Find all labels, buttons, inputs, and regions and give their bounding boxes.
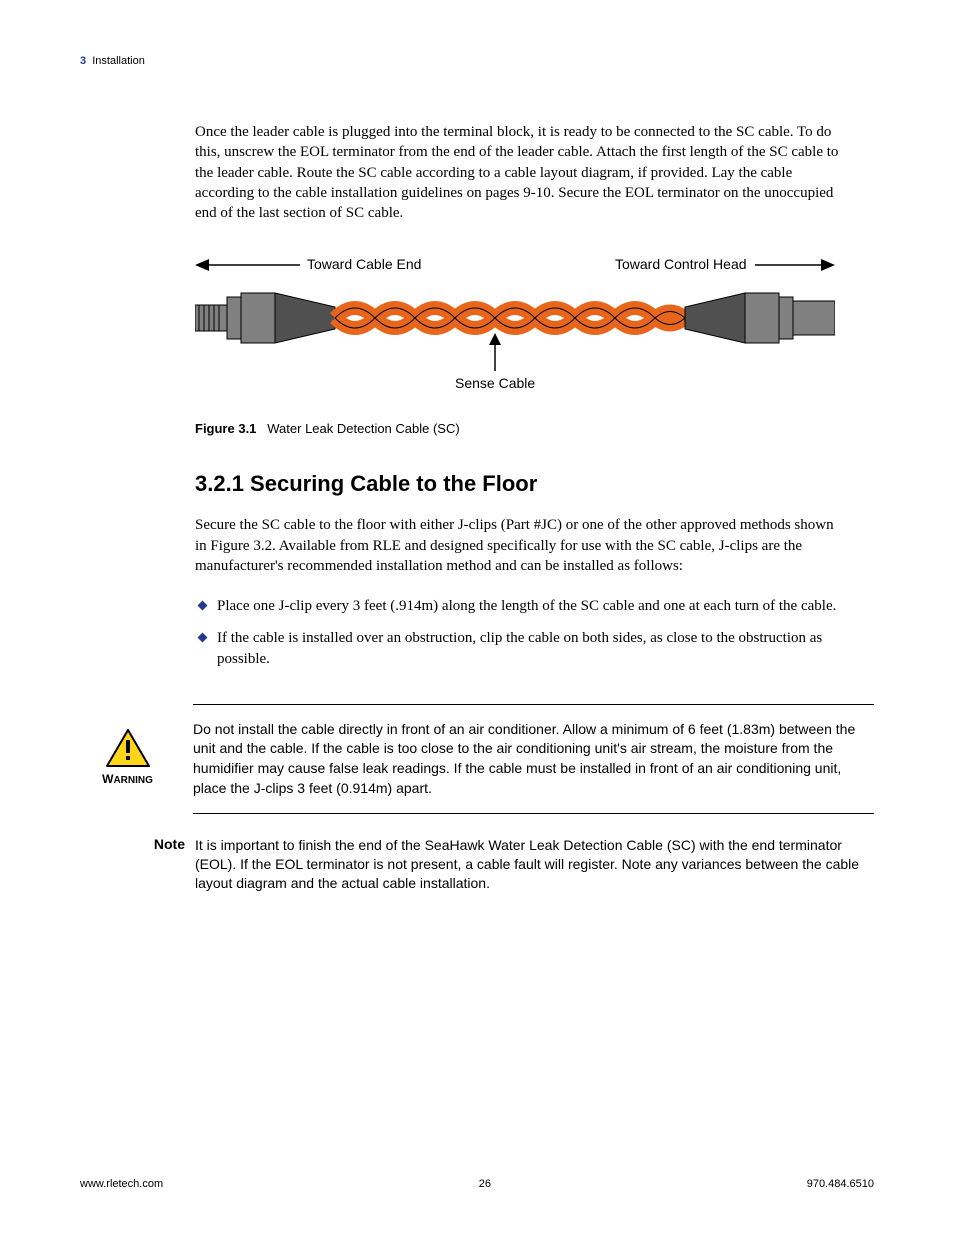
warning-icon [105, 728, 151, 768]
figure-caption-text: Water Leak Detection Cable (SC) [267, 421, 459, 436]
chapter-title: Installation [92, 55, 145, 67]
label-toward-cable-end: Toward Cable End [307, 256, 421, 272]
note-text: It is important to finish the end of the… [195, 836, 874, 893]
page-header: 3 Installation [80, 55, 874, 67]
connector-right [685, 293, 835, 343]
figure-cable-diagram: Toward Cable End Toward Control Head [195, 243, 844, 436]
subsection-heading: 3.2.1 Securing Cable to the Floor [195, 471, 844, 497]
footer-page-number: 26 [479, 1178, 491, 1190]
note-block: Note It is important to finish the end o… [80, 836, 874, 893]
warning-block: WARNING Do not install the cable directl… [80, 704, 874, 814]
label-sense-cable: Sense Cable [455, 375, 535, 391]
figure-caption-bold: Figure 3.1 [195, 421, 256, 436]
connector-left [195, 293, 335, 343]
warning-label: WARNING [80, 772, 175, 786]
chapter-number: 3 [80, 55, 86, 67]
bullet-list: Place one J-clip every 3 feet (.914m) al… [195, 596, 844, 669]
label-toward-control-head: Toward Control Head [615, 256, 747, 272]
cable-svg: Toward Cable End Toward Control Head [195, 243, 835, 403]
intro-paragraph: Once the leader cable is plugged into th… [195, 122, 844, 223]
secure-paragraph: Secure the SC cable to the floor with ei… [195, 515, 844, 576]
footer-left: www.rletech.com [80, 1178, 163, 1190]
list-item: Place one J-clip every 3 feet (.914m) al… [195, 596, 844, 616]
main-body: Once the leader cable is plugged into th… [195, 122, 844, 669]
figure-caption: Figure 3.1 Water Leak Detection Cable (S… [195, 421, 844, 436]
warning-text: Do not install the cable directly in fro… [193, 704, 874, 814]
warning-icon-column: WARNING [80, 704, 175, 786]
page-footer: www.rletech.com 26 970.484.6510 [80, 1178, 874, 1190]
footer-right: 970.484.6510 [807, 1178, 874, 1190]
list-item: If the cable is installed over an obstru… [195, 628, 844, 669]
sense-cable [335, 308, 685, 328]
note-label: Note [80, 836, 185, 852]
